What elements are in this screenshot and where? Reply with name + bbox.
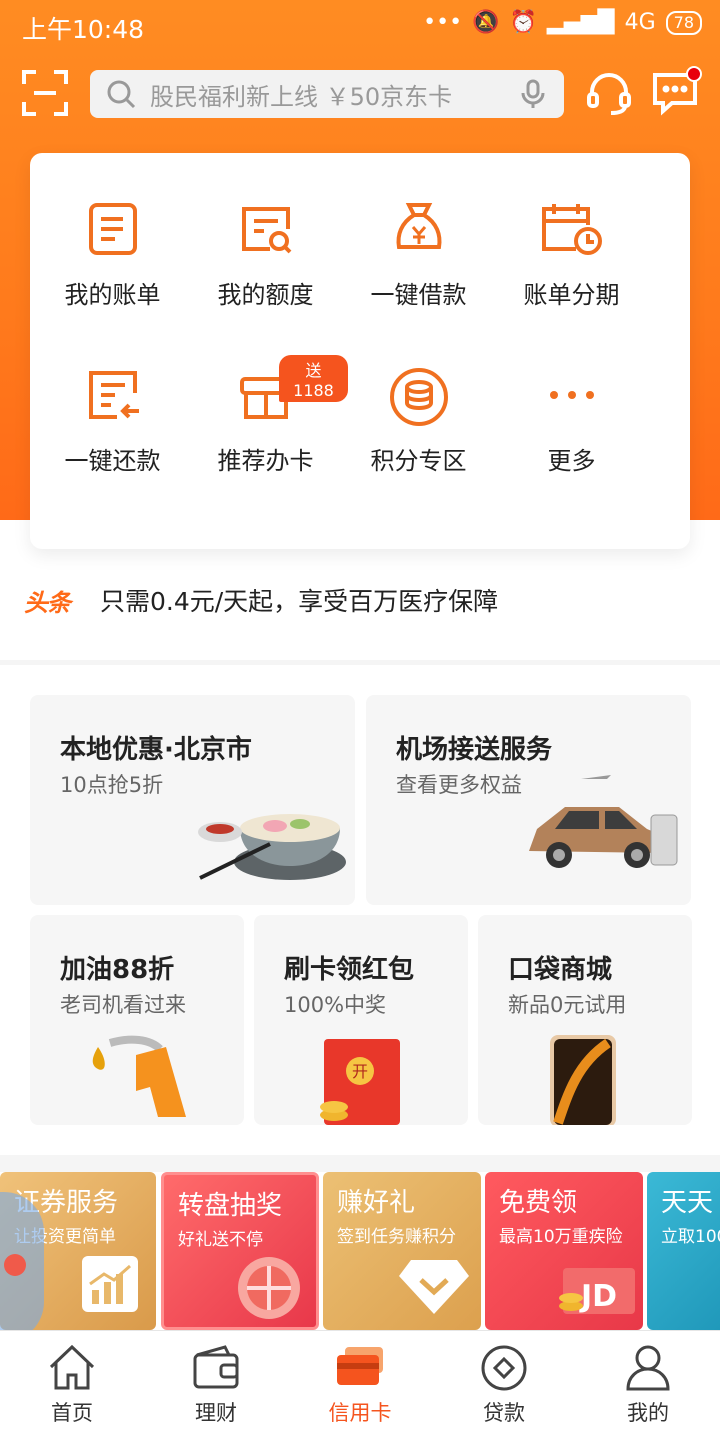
quick-item-points[interactable]: 积分专区 <box>336 367 501 517</box>
nav-credit-card[interactable]: 信用卡 <box>288 1343 432 1427</box>
quick-item-credit-limit[interactable]: 我的额度 <box>183 201 348 351</box>
installment-calendar-icon <box>541 204 602 255</box>
promo-fuel-discount[interactable]: 加油88折 老司机看过来 <box>30 915 244 1125</box>
customer-service-icon[interactable] <box>586 70 632 116</box>
car-image <box>529 775 678 868</box>
bill-icon <box>88 203 137 255</box>
red-packet-image: 开 <box>320 1039 400 1125</box>
banner-daily[interactable]: 天天 立取100 <box>647 1172 720 1330</box>
banner-lucky-wheel[interactable]: 转盘抽奖 好礼送不停 <box>161 1172 319 1330</box>
promo-local-deals[interactable]: 本地优惠·北京市 10点抢5折 <box>30 695 355 905</box>
search-bar[interactable]: 股民福利新上线 ￥50京东卡 <box>90 70 564 118</box>
home-icon <box>49 1344 95 1390</box>
search-placeholder: 股民福利新上线 ￥50京东卡 <box>150 82 453 111</box>
phone-image <box>550 1035 616 1125</box>
credit-card-icon <box>337 1347 383 1385</box>
assistant-dot <box>4 1254 26 1276</box>
nav-wealth[interactable]: 理财 <box>144 1343 288 1427</box>
status-bar: 上午10:48 ••• 🔕 ⏰ ▂▄▆█ 4G 78 <box>0 0 720 52</box>
search-icon <box>107 80 136 109</box>
loan-coin-icon <box>481 1345 527 1391</box>
banner-earn-gifts[interactable]: 赚好礼 签到任务赚积分 <box>323 1172 481 1330</box>
activity-banner-strip: 证券服务 让投资更简单 转盘抽奖 好礼送不停 赚好礼 签到任务赚积分 免费领 最… <box>0 1172 720 1342</box>
nav-loan[interactable]: 贷款 <box>432 1343 576 1427</box>
jd-card-gift-icon: JD <box>559 1268 635 1314</box>
user-icon <box>626 1345 670 1391</box>
headline-ticker[interactable]: 头条 只需0.4元/天起，享受百万医疗保障 <box>0 575 720 625</box>
headline-tag: 头条 <box>24 588 71 617</box>
diamond-icon <box>399 1260 469 1314</box>
message-button[interactable] <box>652 66 702 116</box>
growth-chart-icon <box>82 1256 138 1312</box>
quick-item-recommend-card[interactable]: 送1188 推荐办卡 <box>183 355 348 517</box>
quick-item-bill[interactable]: 我的账单 <box>30 201 195 351</box>
battery-level: 78 <box>665 10 702 35</box>
promo-pocket-mall[interactable]: 口袋商城 新品0元试用 <box>478 915 692 1125</box>
coins-icon <box>389 368 448 426</box>
svg-text:开: 开 <box>352 1062 368 1081</box>
more-dots-icon <box>549 391 594 399</box>
noodle-bowl-image <box>198 814 346 880</box>
headline-text: 只需0.4元/天起，享受百万医疗保障 <box>100 587 499 616</box>
money-bag-icon <box>396 203 441 249</box>
banner-free-insurance[interactable]: 免费领 最高10万重疾险 JD <box>485 1172 643 1330</box>
network-type: 4G <box>624 10 656 35</box>
floating-assistant[interactable] <box>0 1192 44 1342</box>
nav-mine[interactable]: 我的 <box>576 1343 720 1427</box>
quick-item-borrow[interactable]: 一键借款 <box>336 201 501 351</box>
fuel-nozzle-image <box>92 1035 186 1117</box>
alarm-icon: ⏰ <box>509 10 537 35</box>
microphone-icon[interactable] <box>520 79 546 109</box>
scan-icon[interactable] <box>22 70 68 116</box>
repay-icon <box>88 371 139 419</box>
more-dots-status-icon: ••• <box>423 10 463 35</box>
promo-card-red-packet[interactable]: 刷卡领红包 100%中奖 开 <box>254 915 468 1125</box>
status-time: 上午10:48 <box>22 15 145 44</box>
credit-limit-icon <box>241 207 291 254</box>
wheel-icon <box>238 1257 300 1319</box>
status-icons: ••• 🔕 ⏰ ▂▄▆█ 4G 78 <box>423 10 702 35</box>
wallet-icon <box>193 1345 239 1389</box>
svg-text:JD: JD <box>579 1279 617 1314</box>
nav-home[interactable]: 首页 <box>0 1343 144 1427</box>
quick-item-installment[interactable]: 账单分期 <box>489 201 654 351</box>
bottom-navigation: 首页 理财 信用卡 贷款 我的 <box>0 1330 720 1440</box>
silent-bell-icon: 🔕 <box>472 10 500 35</box>
quick-item-more[interactable]: 更多 <box>489 367 654 517</box>
signal-icon: ▂▄▆█ <box>546 10 615 35</box>
promo-airport-transfer[interactable]: 机场接送服务 查看更多权益 <box>366 695 691 905</box>
quick-item-repay[interactable]: 一键还款 <box>30 367 195 517</box>
quick-menu-card: 我的账单 我的额度 一键借款 账单分期 一键还款 送1188 推荐办卡 积分专区… <box>30 153 690 549</box>
notification-dot <box>686 66 702 82</box>
